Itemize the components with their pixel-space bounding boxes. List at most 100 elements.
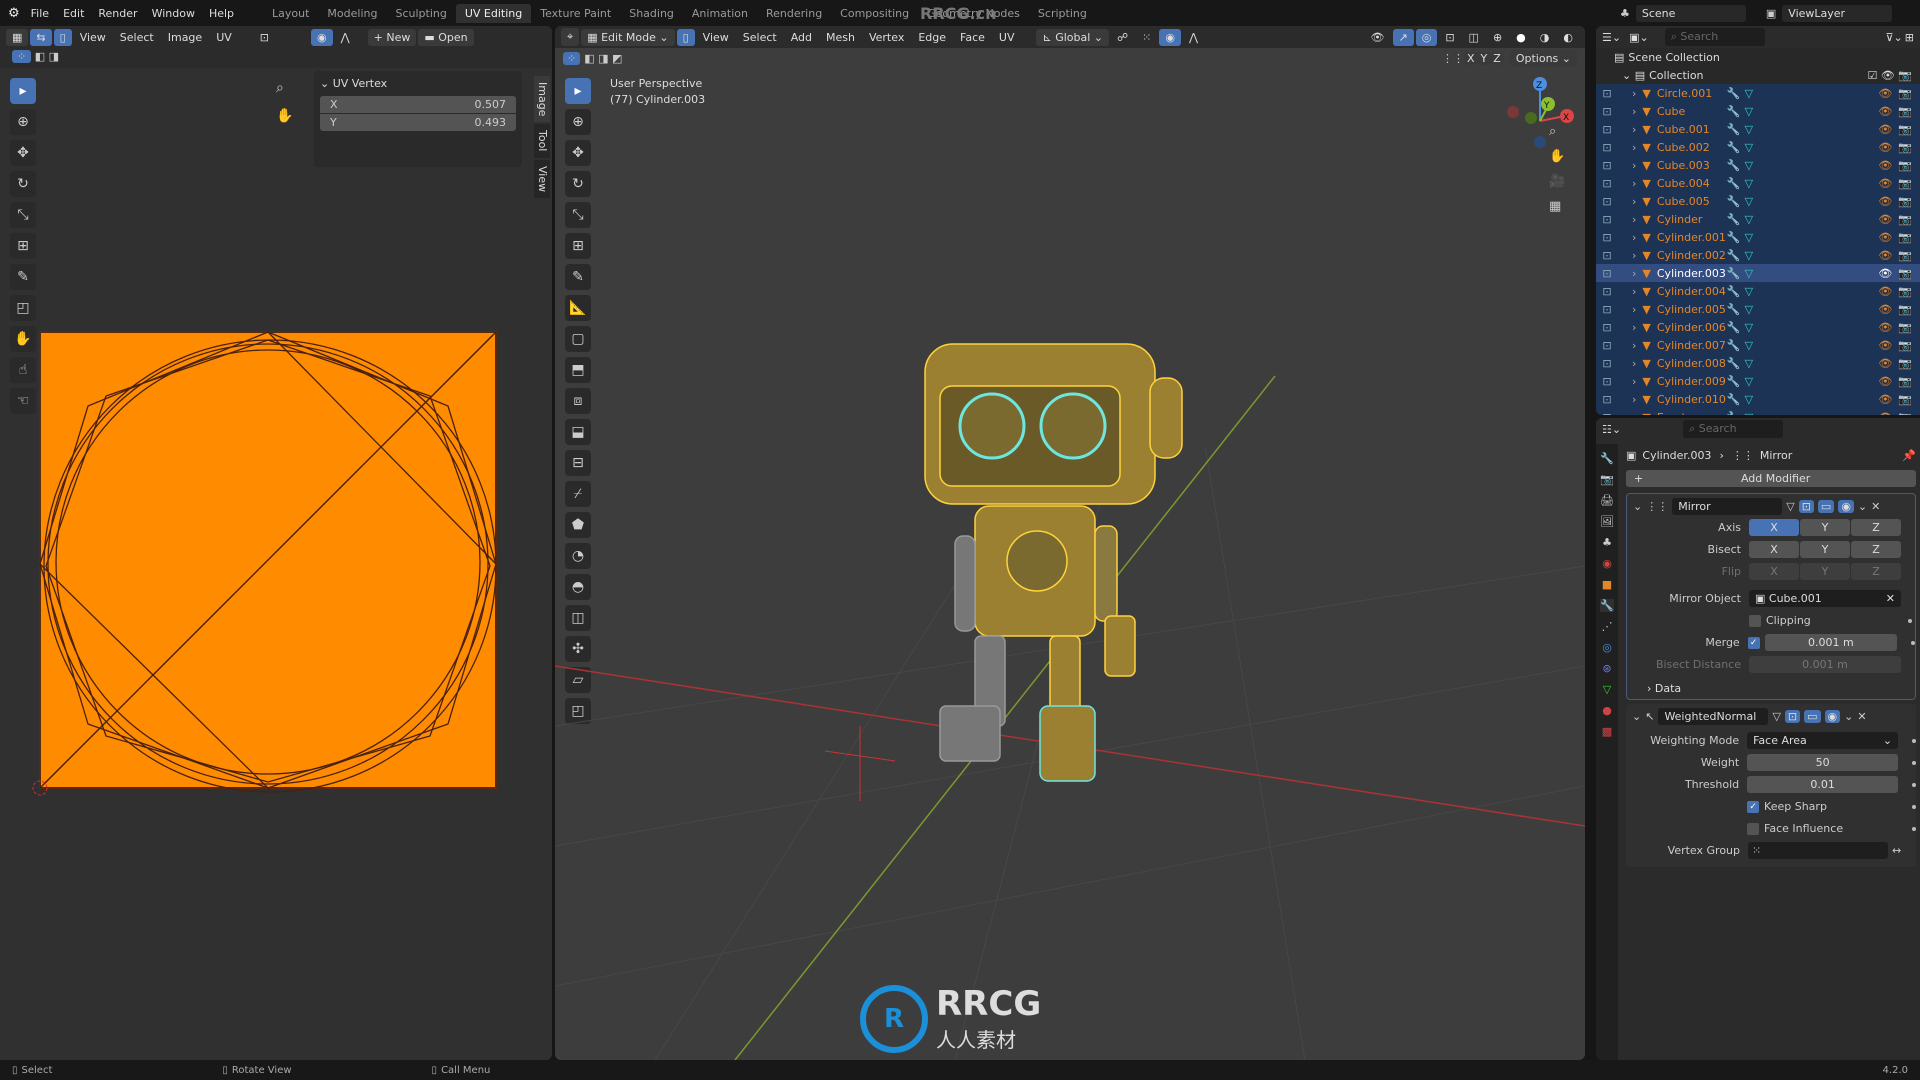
- scale-tool[interactable]: ⤡: [10, 202, 36, 228]
- workspace-tab-texture-paint[interactable]: Texture Paint: [531, 4, 620, 23]
- expand-icon[interactable]: ›: [1632, 375, 1636, 388]
- expand-icon[interactable]: ›: [1632, 411, 1636, 416]
- move-tool[interactable]: ✥: [10, 140, 36, 166]
- edit-mode-toggle-icon[interactable]: ⊡: [1596, 357, 1618, 370]
- outliner-item[interactable]: ⊡ › ▼ Cube.002 🔧 ▽ 👁 📷: [1596, 138, 1920, 156]
- modifier-icon[interactable]: 🔧: [1727, 375, 1741, 388]
- edit-mode-toggle-icon[interactable]: ⊡: [1596, 411, 1618, 416]
- visibility-eye-icon[interactable]: 👁: [1878, 231, 1892, 244]
- clear-object-icon[interactable]: ✕: [1886, 592, 1895, 605]
- render-camera-icon[interactable]: 📷: [1898, 105, 1912, 118]
- constraints-tab-icon[interactable]: ⊛: [1602, 662, 1611, 675]
- visibility-eye-icon[interactable]: 👁: [1878, 393, 1892, 406]
- remove-modifier-icon[interactable]: ✕: [1857, 710, 1866, 723]
- axis-z-toggle[interactable]: Z: [1851, 519, 1901, 536]
- expand-icon[interactable]: ›: [1632, 141, 1636, 154]
- modifier-icon[interactable]: 🔧: [1727, 87, 1741, 100]
- material-tab-icon[interactable]: ●: [1602, 704, 1612, 717]
- menu-window[interactable]: Window: [145, 7, 202, 20]
- outliner-item[interactable]: ⊡ › ▼ Cube.005 🔧 ▽ 👁 📷: [1596, 192, 1920, 210]
- keyframe-dot[interactable]: [1912, 826, 1916, 831]
- expand-icon[interactable]: ›: [1632, 321, 1636, 334]
- modifier-icon[interactable]: 🔧: [1727, 303, 1741, 316]
- ortho-toggle-icon[interactable]: ▦: [1549, 199, 1565, 214]
- bisect-distance-field[interactable]: 0.001 m: [1749, 656, 1901, 673]
- outliner-item[interactable]: ⊡ › ▼ Empty🔧 ▽ 👁 📷: [1596, 408, 1920, 415]
- outliner-item[interactable]: ⊡ › ▼ Cylinder.003 🔧 ▽ 👁 📷: [1596, 264, 1920, 282]
- edit-mode-toggle-icon[interactable]: ⊡: [1596, 285, 1618, 298]
- visibility-eye-icon[interactable]: 👁: [1878, 159, 1892, 172]
- expand-icon[interactable]: ›: [1632, 267, 1636, 280]
- modifier-icon[interactable]: 🔧: [1727, 267, 1741, 280]
- edit-mode-toggle-icon[interactable]: ⊡: [1596, 195, 1618, 208]
- render-camera-icon[interactable]: 📷: [1898, 357, 1912, 370]
- visibility-eye-icon[interactable]: 👁: [1878, 123, 1892, 136]
- visibility-eye-icon[interactable]: 👁: [1878, 195, 1892, 208]
- outliner-item[interactable]: ⊡ › ▼ Cylinder.009 🔧 ▽ 👁 📷: [1596, 372, 1920, 390]
- render-toggle[interactable]: ◉: [1838, 500, 1854, 513]
- camera-view-icon[interactable]: 🎥: [1549, 174, 1565, 189]
- uv-vertex-title[interactable]: ⌄ UV Vertex: [320, 77, 516, 90]
- mesh-data-icon[interactable]: ▽: [1745, 267, 1753, 280]
- view-layer-selector[interactable]: ViewLayer: [1782, 4, 1893, 22]
- weight-field[interactable]: 50: [1747, 754, 1899, 771]
- workspace-tab-sculpting[interactable]: Sculpting: [386, 4, 455, 23]
- uv-menu-image[interactable]: Image: [162, 31, 208, 44]
- outliner-item[interactable]: ⊡ › ▼ Cylinder.010 🔧 ▽ 👁 📷: [1596, 390, 1920, 408]
- mesh-data-icon[interactable]: ▽: [1745, 393, 1753, 406]
- bisect-z-toggle[interactable]: Z: [1851, 541, 1901, 558]
- outliner-search[interactable]: ⌕ Search: [1664, 28, 1765, 46]
- edit-mode-toggle-icon[interactable]: ⊡: [1596, 177, 1618, 190]
- pivot-icon[interactable]: ⊡: [260, 31, 269, 44]
- render-camera-icon[interactable]: 📷: [1898, 231, 1912, 244]
- object-tab-icon[interactable]: ■: [1602, 578, 1612, 591]
- expand-icon[interactable]: ›: [1632, 393, 1636, 406]
- output-tab-icon[interactable]: 🖨: [1600, 494, 1614, 507]
- tab-image[interactable]: Image: [534, 76, 550, 123]
- editor-type-icon[interactable]: ▦: [6, 28, 29, 46]
- mesh-data-icon[interactable]: ▽: [1745, 177, 1753, 190]
- render-camera-icon[interactable]: 📷: [1898, 141, 1912, 154]
- expand-icon[interactable]: ›: [1632, 339, 1636, 352]
- mesh-data-icon[interactable]: ▽: [1745, 87, 1753, 100]
- outliner-item[interactable]: ⊡ › ▼ Cube.001 🔧 ▽ 👁 📷: [1596, 120, 1920, 138]
- mesh-data-icon[interactable]: ▽: [1745, 285, 1753, 298]
- render-camera-icon[interactable]: 📷: [1898, 285, 1912, 298]
- mesh-data-icon[interactable]: ▽: [1745, 375, 1753, 388]
- expand-icon[interactable]: ›: [1632, 231, 1636, 244]
- render-camera-icon[interactable]: 📷: [1898, 87, 1912, 100]
- edit-mode-toggle-icon[interactable]: ⊡: [1596, 249, 1618, 262]
- new-image-button[interactable]: + New: [367, 28, 417, 46]
- workspace-tab-scripting[interactable]: Scripting: [1029, 4, 1096, 23]
- modifier-icon[interactable]: 🔧: [1727, 357, 1741, 370]
- menu-help[interactable]: Help: [202, 7, 241, 20]
- bisect-y-toggle[interactable]: Y: [1800, 541, 1850, 558]
- tool-tab-icon[interactable]: 🔧: [1600, 452, 1614, 465]
- edit-mode-toggle-icon[interactable]: ⊡: [1596, 393, 1618, 406]
- edge-select-icon[interactable]: ◧: [35, 50, 45, 63]
- filter-icon[interactable]: ⊽⌄: [1886, 31, 1903, 44]
- viewport-toggle[interactable]: ▭: [1817, 500, 1835, 513]
- keyframe-dot[interactable]: [1912, 738, 1916, 743]
- select-box-tool[interactable]: ▸: [10, 78, 36, 104]
- mesh-data-icon[interactable]: ▽: [1745, 213, 1753, 226]
- workspace-tab-animation[interactable]: Animation: [683, 4, 757, 23]
- robot-model[interactable]: [924, 343, 1183, 782]
- visibility-eye-icon[interactable]: 👁: [1878, 141, 1892, 154]
- keyframe-dot[interactable]: [1911, 640, 1915, 645]
- expand-icon[interactable]: ›: [1632, 177, 1636, 190]
- flip-x-toggle[interactable]: X: [1749, 563, 1799, 580]
- scene-icon[interactable]: ♣: [1620, 7, 1630, 20]
- expand-icon[interactable]: ›: [1632, 87, 1636, 100]
- visibility-eye-icon[interactable]: 👁: [1878, 411, 1892, 416]
- new-collection-icon[interactable]: ⊞: [1905, 31, 1914, 44]
- collapse-icon[interactable]: ⌄: [1633, 500, 1642, 513]
- modifier-icon[interactable]: 🔧: [1727, 231, 1741, 244]
- workspace-tab-shading[interactable]: Shading: [620, 4, 683, 23]
- render-camera-icon[interactable]: 📷: [1898, 411, 1912, 416]
- modifier-icon[interactable]: 🔧: [1727, 159, 1741, 172]
- edit-mode-toggle-icon[interactable]: ⊡: [1596, 231, 1618, 244]
- world-tab-icon[interactable]: ◉: [1602, 557, 1612, 570]
- expand-icon[interactable]: ›: [1632, 105, 1636, 118]
- edit-cage-icon[interactable]: ▽: [1772, 710, 1780, 723]
